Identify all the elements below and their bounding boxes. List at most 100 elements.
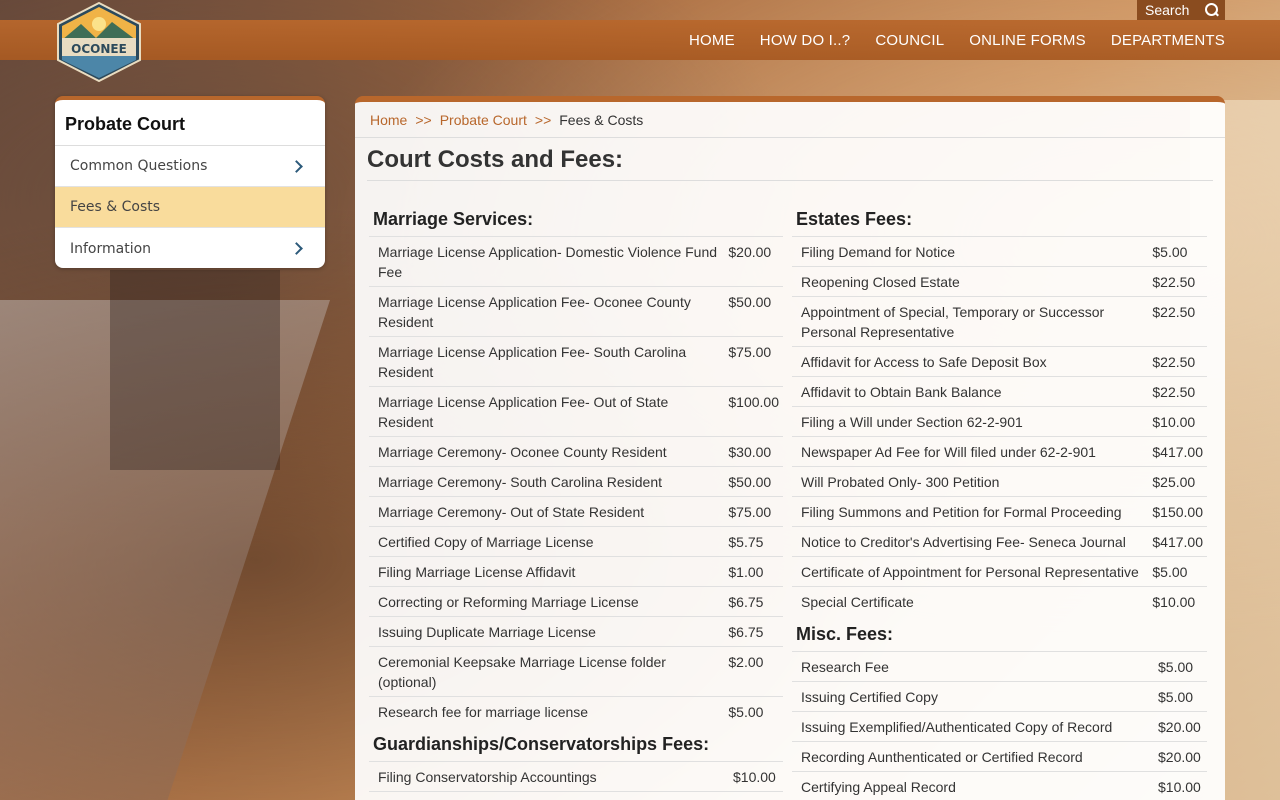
table-row: Newspaper Ad Fee for Will filed under 62… (792, 436, 1207, 467)
fee-description: Marriage Ceremony- Oconee County Residen… (369, 436, 721, 467)
fee-description: Correcting or Reforming Marriage License (369, 586, 721, 617)
fee-description: Marriage License Application Fee- Out of… (369, 386, 721, 437)
fee-description: Certified Copy of Marriage License (369, 526, 721, 557)
breadcrumb: Home >> Probate Court >> Fees & Costs (355, 102, 1225, 138)
table-row: Research fee for marriage license $5.00 (369, 696, 783, 726)
fee-description: Issuing Duplicate Marriage License (369, 616, 721, 647)
table-row: Marriage License Application Fee- Out of… (369, 386, 783, 437)
sidebar-title: Probate Court (55, 100, 325, 146)
table-row: Issuing Duplicate Marriage License $6.75 (369, 616, 783, 647)
table-row: Affidavit for Access to Safe Deposit Box… (792, 346, 1207, 377)
sidebar-item-fees-costs[interactable]: Fees & Costs (55, 187, 325, 228)
table-row: Research Fee $5.00 (792, 651, 1207, 682)
fee-amount: $20.00 (720, 236, 783, 287)
search-button[interactable]: Search (1137, 0, 1225, 20)
breadcrumb-current: Fees & Costs (559, 112, 644, 128)
table-row: Certificate of Appointment for Personal … (792, 556, 1207, 587)
fee-table: Filing Conservatorship Accountings $10.00… (369, 761, 783, 800)
guardianship-section: Guardianships/Conservatorships Fees: Fil… (369, 734, 783, 800)
table-row: Filing Conservatorship Accountings $10.00 (369, 761, 783, 792)
breadcrumb-separator: >> (534, 112, 552, 128)
oconee-logo[interactable]: OCONEE (56, 1, 142, 83)
breadcrumb-home[interactable]: Home (370, 112, 407, 137)
fee-description: Filing Demand for Notice (792, 236, 1145, 267)
table-row: Filing Conservatorship Orders$5.00 (369, 791, 783, 800)
sidebar-item-label: Fees & Costs (70, 199, 161, 215)
sidebar-item-information[interactable]: Information (55, 228, 325, 268)
right-column: Estates Fees: Filing Demand for Notice $5… (792, 209, 1207, 800)
fee-description: Will Probated Only- 300 Petition (792, 466, 1145, 497)
marriage-section: Marriage Services: Marriage License Appl… (369, 209, 783, 726)
estates-section: Estates Fees: Filing Demand for Notice $5… (792, 209, 1207, 616)
table-row: Filing a Will under Section 62-2-901 $10.… (792, 406, 1207, 437)
background-photo-shape (110, 270, 280, 470)
fee-description: Certifying Appeal Record (792, 771, 1150, 800)
page-title: Court Costs and Fees: (367, 146, 1213, 181)
fee-description: Marriage Ceremony- Out of State Resident (369, 496, 721, 527)
fee-amount: $50.00 (720, 286, 783, 337)
nav-council[interactable]: COUNCIL (875, 32, 944, 49)
fee-amount: $2.00 (720, 646, 783, 697)
table-row: Recording Aunthenticated or Certified Re… (792, 741, 1207, 772)
breadcrumb-separator: >> (415, 112, 432, 128)
nav-how-do-i[interactable]: HOW DO I..? (760, 32, 851, 49)
nav-departments[interactable]: DEPARTMENTS (1111, 32, 1225, 49)
fee-amount: $1.00 (720, 556, 783, 587)
fee-description: Filing Summons and Petition for Formal P… (792, 496, 1145, 527)
table-row: Marriage Ceremony- Oconee County Residen… (369, 436, 783, 467)
fee-amount: $5.00 (720, 696, 783, 726)
fee-amount: $6.75 (720, 616, 783, 647)
fee-amount: $30.00 (720, 436, 783, 467)
fee-description: Filing Marriage License Affidavit (369, 556, 721, 587)
table-row: Filing Marriage License Affidavit $1.00 (369, 556, 783, 587)
left-column: Marriage Services: Marriage License Appl… (369, 209, 783, 800)
fee-description: Research Fee (792, 651, 1150, 682)
table-row: Issuing Certified Copy $5.00 (792, 681, 1207, 712)
sidebar-item-common-questions[interactable]: Common Questions (55, 146, 325, 187)
table-row: Special Certificate $10.00 (792, 586, 1207, 616)
section-title: Estates Fees: (796, 209, 913, 229)
fee-description: Research fee for marriage license (369, 696, 721, 726)
fee-description: Filing a Will under Section 62-2-901 (792, 406, 1145, 437)
sidebar-item-label: Information (70, 240, 152, 257)
table-row: Ceremonial Keepsake Marriage License fol… (369, 646, 783, 697)
fee-description: Special Certificate (792, 586, 1145, 616)
fee-description: Recording Aunthenticated or Certified Re… (792, 741, 1150, 772)
fee-description: Newspaper Ad Fee for Will filed under 62… (792, 436, 1145, 467)
fee-description: Appointment of Special, Temporary or Suc… (792, 296, 1145, 347)
fee-description: Marriage License Application Fee- South … (369, 336, 721, 387)
fee-amount: $417.00 (1144, 436, 1207, 467)
section-title: Misc. Fees: (796, 624, 894, 644)
misc-section: Misc. Fees: Research Fee $5.00 Issuing Cer… (792, 624, 1207, 800)
fee-amount: $22.50 (1144, 296, 1207, 347)
breadcrumb-probate-court[interactable]: Probate Court (440, 112, 527, 137)
fee-amount: $5.00 (1150, 651, 1207, 682)
fee-amount: $22.50 (1144, 266, 1207, 297)
table-row: Certifying Appeal Record $10.00 (792, 771, 1207, 800)
fee-table: Research Fee $5.00 Issuing Certified Copy $… (792, 651, 1207, 800)
section-title: Marriage Services: (373, 209, 534, 229)
fee-amount: $10.00 (725, 761, 783, 792)
fee-amount: $10.00 (1150, 771, 1207, 800)
fee-amount: $100.00 (720, 386, 783, 437)
nav-online-forms[interactable]: ONLINE FORMS (969, 32, 1086, 49)
search-label: Search (1145, 2, 1190, 18)
background-photo-shape (0, 300, 330, 800)
fee-amount: $5.00 (1144, 556, 1207, 587)
table-row: Correcting or Reforming Marriage License… (369, 586, 783, 617)
fee-amount: $5.75 (720, 526, 783, 557)
logo-icon: OCONEE (57, 1, 141, 83)
fee-amount: $6.75 (720, 586, 783, 617)
search-icon (1205, 3, 1219, 17)
fee-amount: $20.00 (1150, 711, 1207, 742)
fee-description: Reopening Closed Estate (792, 266, 1145, 297)
table-row: Filing Summons and Petition for Formal P… (792, 496, 1207, 527)
nav-home[interactable]: HOME (689, 32, 735, 49)
fee-description: Notice to Creditor's Advertising Fee- Se… (792, 526, 1145, 557)
logo-text: OCONEE (71, 42, 127, 56)
sidebar-item-label: Common Questions (70, 158, 208, 174)
fee-amount: $75.00 (720, 496, 783, 527)
fee-description: Affidavit to Obtain Bank Balance (792, 376, 1145, 407)
fee-description: Issuing Certified Copy (792, 681, 1150, 712)
fee-amount: $417.00 (1144, 526, 1207, 557)
